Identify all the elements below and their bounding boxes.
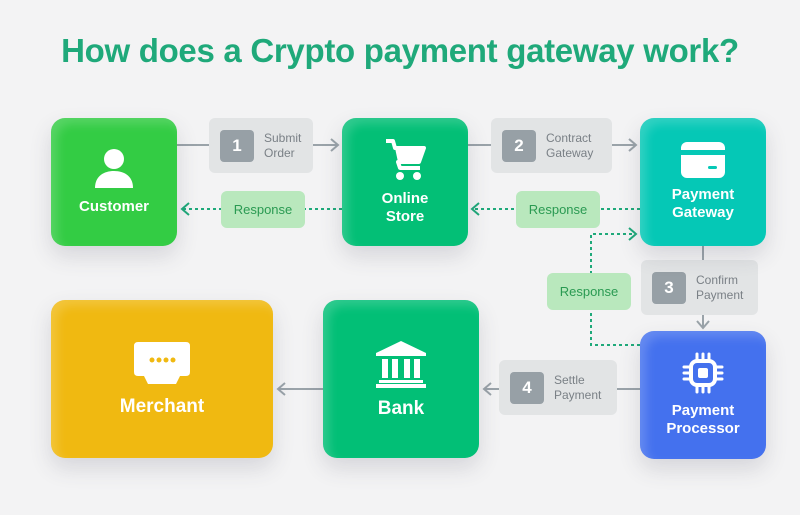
shopping-cart-icon xyxy=(386,139,426,180)
arrow-bank-to-merchant xyxy=(276,382,323,396)
payment-gateway-node: Payment Gateway xyxy=(640,118,766,246)
response-label-processor-to-gateway: Response xyxy=(547,273,631,310)
payment-gateway-label: Payment Gateway xyxy=(671,186,735,221)
customer-label: Customer xyxy=(78,198,149,215)
step-4-label: 4 Settle Payment xyxy=(499,360,617,415)
payment-processor-node: Payment Processor xyxy=(640,331,766,459)
customer-node: Customer xyxy=(51,118,177,246)
step-number: 3 xyxy=(652,271,686,304)
pos-terminal-icon xyxy=(134,342,190,384)
step-3-label: 3 Confirm Payment xyxy=(641,260,758,315)
response-label-store-to-customer: Response xyxy=(221,191,305,228)
online-store-node: Online Store xyxy=(342,118,468,246)
bank-label: Bank xyxy=(377,398,425,419)
online-store-label: Online Store xyxy=(381,190,429,225)
user-icon xyxy=(95,149,133,188)
response-label-gateway-to-store: Response xyxy=(516,191,600,228)
merchant-label: Merchant xyxy=(119,396,205,417)
step-text: Submit Order xyxy=(264,130,302,160)
step-1-label: 1 Submit Order xyxy=(209,118,313,173)
step-2-label: 2 Contract Gateway xyxy=(491,118,612,173)
step-number: 2 xyxy=(502,129,536,162)
merchant-node: Merchant xyxy=(51,300,273,458)
step-text: Contract Gateway xyxy=(546,130,594,160)
step-number: 1 xyxy=(220,129,254,162)
payment-processor-label: Payment Processor xyxy=(666,402,740,437)
chip-icon xyxy=(682,352,724,394)
bank-node: Bank xyxy=(323,300,479,458)
credit-card-icon xyxy=(681,142,725,178)
bank-icon xyxy=(376,341,426,388)
step-text: Confirm Payment xyxy=(696,272,744,302)
step-text: Settle Payment xyxy=(554,372,602,402)
step-number: 4 xyxy=(510,371,544,404)
